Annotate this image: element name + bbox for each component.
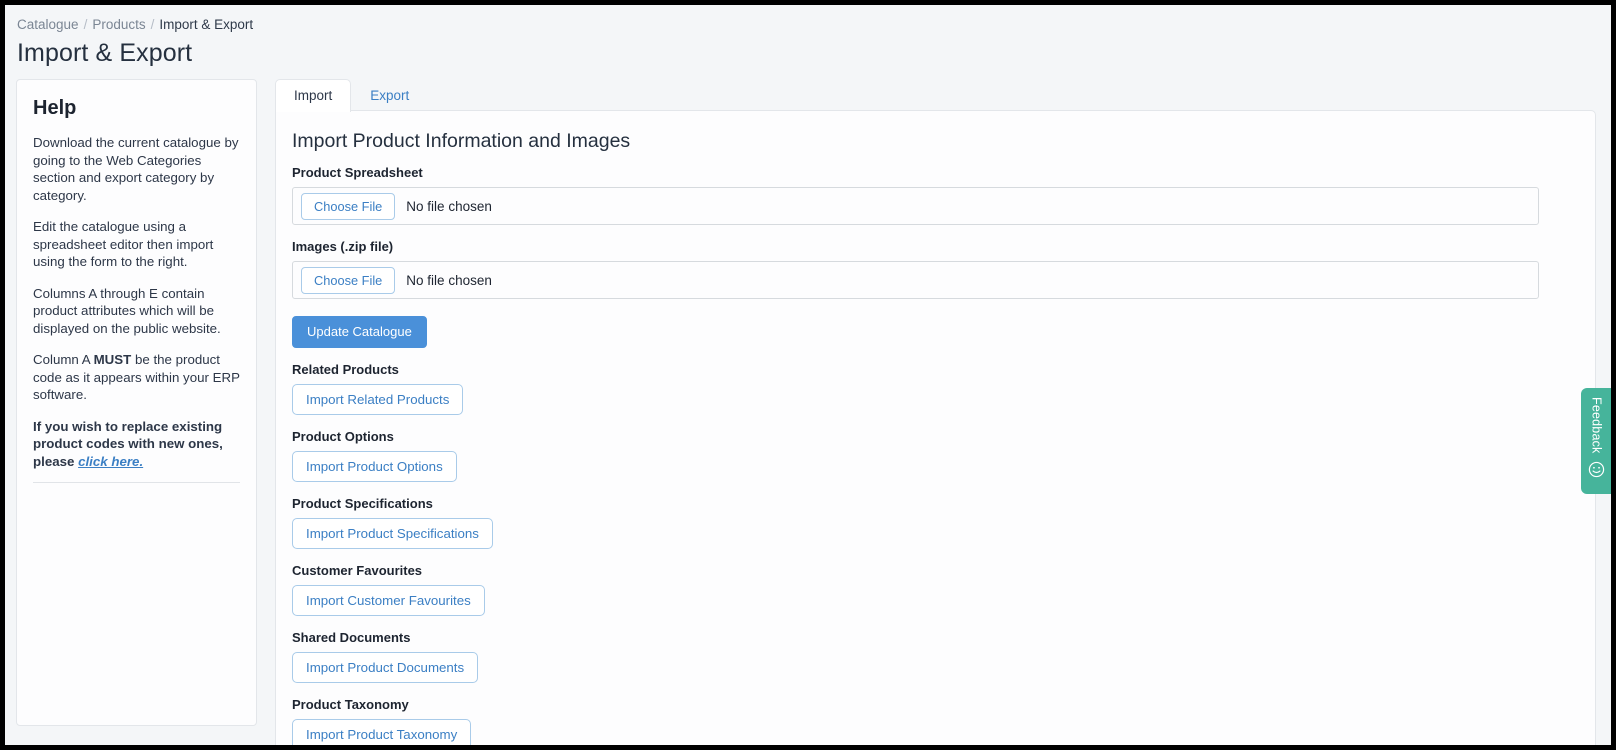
help-column-note-before: Column A: [33, 352, 94, 367]
breadcrumb: Catalogue/Products/Import & Export: [5, 5, 1611, 33]
section-product-taxonomy: Product Taxonomy Import Product Taxonomy: [292, 697, 1573, 745]
breadcrumb-separator: /: [79, 17, 93, 32]
import-related-products-button[interactable]: Import Related Products: [292, 384, 463, 415]
import-product-specifications-button[interactable]: Import Product Specifications: [292, 518, 493, 549]
label-product-taxonomy: Product Taxonomy: [292, 697, 1573, 713]
help-panel: Help Download the current catalogue by g…: [16, 79, 257, 726]
section-shared-documents: Shared Documents Import Product Document…: [292, 630, 1573, 697]
product-spreadsheet-file-input[interactable]: Choose File No file chosen: [292, 187, 1539, 225]
help-column-note-emphasis: MUST: [94, 352, 132, 367]
choose-file-button-spreadsheet[interactable]: Choose File: [301, 193, 395, 220]
label-customer-favourites: Customer Favourites: [292, 563, 1573, 579]
help-replace-note: If you wish to replace existing product …: [33, 418, 240, 471]
app-viewport: Catalogue/Products/Import & Export Impor…: [5, 5, 1611, 745]
label-related-products: Related Products: [292, 362, 1573, 378]
label-product-specifications: Product Specifications: [292, 496, 1573, 512]
breadcrumb-separator: /: [146, 17, 160, 32]
help-paragraph-2: Edit the catalogue using a spreadsheet e…: [33, 218, 240, 271]
section-related-products: Related Products Import Related Products: [292, 362, 1573, 429]
choose-file-button-images[interactable]: Choose File: [301, 267, 395, 294]
import-product-documents-button[interactable]: Import Product Documents: [292, 652, 478, 683]
update-catalogue-button[interactable]: Update Catalogue: [292, 316, 427, 348]
file-status-spreadsheet: No file chosen: [406, 198, 492, 215]
help-paragraph-3: Columns A through E contain product attr…: [33, 285, 240, 338]
section-customer-favourites: Customer Favourites Import Customer Favo…: [292, 563, 1573, 630]
feedback-tab[interactable]: Feedback: [1581, 388, 1611, 494]
smiley-face-icon: [1588, 461, 1605, 478]
help-divider: [33, 482, 240, 483]
import-customer-favourites-button[interactable]: Import Customer Favourites: [292, 585, 485, 616]
help-heading: Help: [33, 96, 240, 120]
images-zip-file-input[interactable]: Choose File No file chosen: [292, 261, 1539, 299]
breadcrumb-item-products[interactable]: Products: [92, 17, 145, 32]
tab-import[interactable]: Import: [275, 79, 351, 112]
main-column: Import Export Import Product Information…: [275, 79, 1596, 745]
import-tab-panel: Import Product Information and Images Pr…: [275, 110, 1596, 745]
label-images-zip: Images (.zip file): [292, 239, 1573, 255]
file-status-images: No file chosen: [406, 272, 492, 289]
tab-export[interactable]: Export: [351, 79, 428, 112]
breadcrumb-item-import-export: Import & Export: [159, 17, 253, 32]
import-product-taxonomy-button[interactable]: Import Product Taxonomy: [292, 719, 471, 745]
page-layout: Help Download the current catalogue by g…: [5, 79, 1611, 745]
feedback-label: Feedback: [1590, 397, 1603, 454]
help-click-here-link[interactable]: click here.: [78, 454, 143, 469]
tab-bar: Import Export: [275, 79, 1596, 111]
label-product-spreadsheet: Product Spreadsheet: [292, 165, 1573, 181]
page-title: Import & Export: [17, 38, 1611, 69]
help-column-note: Column A MUST be the product code as it …: [33, 351, 240, 404]
import-product-options-button[interactable]: Import Product Options: [292, 451, 457, 482]
label-product-options: Product Options: [292, 429, 1573, 445]
primary-action-row: Update Catalogue: [292, 313, 1573, 362]
label-shared-documents: Shared Documents: [292, 630, 1573, 646]
breadcrumb-item-catalogue[interactable]: Catalogue: [17, 17, 79, 32]
section-product-options: Product Options Import Product Options: [292, 429, 1573, 496]
section-product-specifications: Product Specifications Import Product Sp…: [292, 496, 1573, 563]
help-paragraph-1: Download the current catalogue by going …: [33, 134, 240, 204]
form-title: Import Product Information and Images: [292, 129, 1573, 153]
